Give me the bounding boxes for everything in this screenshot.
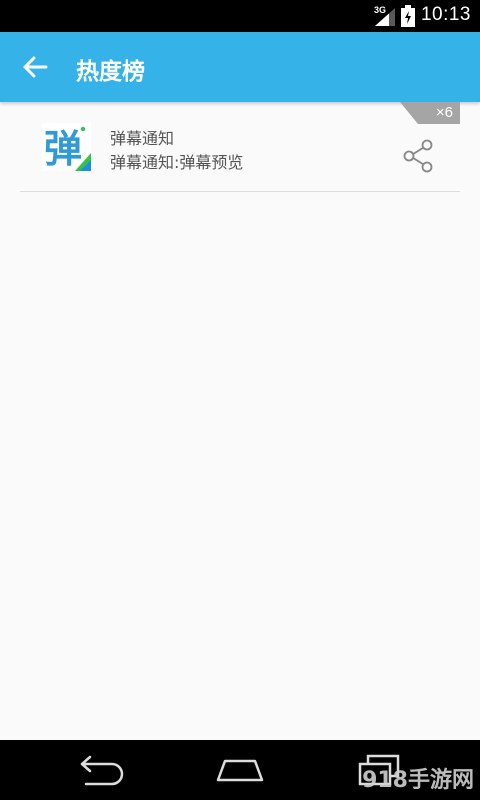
app-bar: 热度榜 <box>0 32 480 102</box>
list-item[interactable]: 弹 弹幕通知 弹幕通知:弹幕预览 ×6 <box>20 102 460 192</box>
nav-home-icon[interactable] <box>212 752 268 788</box>
clock: 10:13 <box>420 4 471 25</box>
watermark: 918手游网 <box>362 768 474 793</box>
navigation-bar: 918手游网 <box>0 740 480 800</box>
item-subtitle: 弹幕通知:弹幕预览 <box>110 153 244 172</box>
app-icon: 弹 <box>42 123 91 171</box>
share-icon[interactable] <box>400 139 436 173</box>
item-title: 弹幕通知 <box>110 129 175 148</box>
page-title: 热度榜 <box>76 59 145 85</box>
back-arrow-icon[interactable] <box>22 55 48 79</box>
app-icon-glyph: 弹 <box>44 127 82 171</box>
nav-back-icon[interactable] <box>72 752 128 788</box>
status-bar: 3G 10:13 <box>0 0 480 32</box>
count-badge-label: ×6 <box>435 104 453 121</box>
battery-icon <box>401 5 415 27</box>
count-badge: ×6 <box>400 102 460 124</box>
signal-icon <box>375 8 395 26</box>
